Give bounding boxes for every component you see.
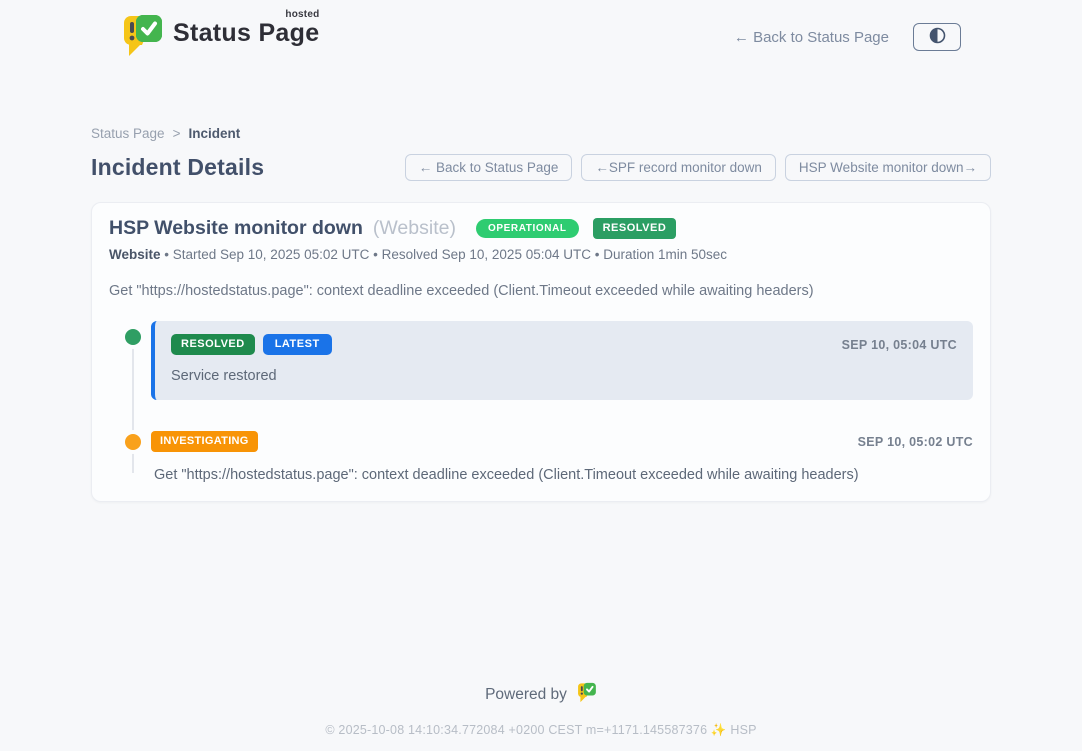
- brand-superscript: hosted: [285, 9, 319, 20]
- theme-toggle-button[interactable]: [913, 23, 961, 51]
- copyright-text: © 2025-10-08 14:10:34.772084 +0200 CEST …: [91, 723, 991, 738]
- breadcrumb: Status Page > Incident: [91, 126, 991, 141]
- breadcrumb-root[interactable]: Status Page: [91, 126, 165, 141]
- green-status-dot-icon: [125, 329, 141, 345]
- resolved-state-badge: RESOLVED: [593, 218, 677, 239]
- footer: Powered by © 2025-10-08 14:10:34.772084 …: [91, 681, 991, 738]
- incident-timeline: RESOLVED LATEST SEP 10, 05:04 UTC Servic…: [109, 321, 973, 483]
- timeline-badges: INVESTIGATING: [151, 431, 258, 452]
- resolved-badge: RESOLVED: [171, 334, 255, 355]
- incident-component: (Website): [373, 217, 456, 240]
- timeline-timestamp: SEP 10, 05:02 UTC: [858, 435, 973, 449]
- breadcrumb-current: Incident: [188, 126, 240, 141]
- timeline-message: Service restored: [171, 368, 957, 384]
- investigating-badge: INVESTIGATING: [151, 431, 258, 452]
- operational-status-badge: OPERATIONAL: [476, 219, 579, 238]
- meta-details: • Started Sep 10, 2025 05:02 UTC • Resol…: [161, 247, 728, 262]
- header: hosted Status Page ← Back to Status Page: [91, 14, 991, 60]
- brand-text: hosted Status Page: [173, 11, 319, 48]
- incident-nav-buttons: ← Back to Status Page ←SPF record monito…: [405, 154, 991, 181]
- incident-description: Get "https://hostedstatus.page": context…: [109, 283, 973, 299]
- timeline-entry-header: RESOLVED LATEST SEP 10, 05:04 UTC: [171, 334, 957, 355]
- half-circle-contrast-icon: [929, 27, 946, 47]
- statuspage-logo-mini-icon[interactable]: [576, 681, 597, 708]
- back-to-status-page-button[interactable]: ← Back to Status Page: [405, 154, 573, 181]
- incident-title: HSP Website monitor down: [109, 217, 363, 240]
- timeline-entry-resolved: RESOLVED LATEST SEP 10, 05:04 UTC Servic…: [109, 321, 973, 400]
- timeline-badges: RESOLVED LATEST: [171, 334, 332, 355]
- incident-title-row: HSP Website monitor down (Website) OPERA…: [109, 217, 973, 240]
- main-content: Status Page > Incident Incident Details …: [91, 126, 991, 738]
- timeline-highlight-box: RESOLVED LATEST SEP 10, 05:04 UTC Servic…: [151, 321, 973, 400]
- breadcrumb-separator: >: [173, 126, 181, 141]
- statuspage-logo-icon: [121, 11, 163, 63]
- meta-component: Website: [109, 247, 161, 262]
- incident-meta: Website • Started Sep 10, 2025 05:02 UTC…: [109, 247, 973, 262]
- next-incident-button[interactable]: HSP Website monitor down→: [785, 154, 991, 181]
- page-title: Incident Details: [91, 154, 264, 181]
- timeline-timestamp: SEP 10, 05:04 UTC: [842, 338, 957, 352]
- back-to-status-page-link[interactable]: ← Back to Status Page: [734, 29, 889, 46]
- prev-incident-button[interactable]: ←SPF record monitor down: [581, 154, 776, 181]
- powered-by: Powered by: [91, 681, 991, 708]
- header-actions: ← Back to Status Page: [734, 23, 961, 51]
- powered-by-label: Powered by: [485, 686, 567, 704]
- incident-card: HSP Website monitor down (Website) OPERA…: [91, 202, 991, 502]
- latest-badge: LATEST: [263, 334, 332, 355]
- timeline-entry-header: INVESTIGATING SEP 10, 05:02 UTC: [151, 431, 973, 452]
- timeline-entry-investigating: INVESTIGATING SEP 10, 05:02 UTC Get "htt…: [109, 431, 973, 483]
- title-row: Incident Details ← Back to Status Page ←…: [91, 154, 991, 181]
- orange-status-dot-icon: [125, 434, 141, 450]
- timeline-message: Get "https://hostedstatus.page": context…: [151, 467, 973, 483]
- brand-name: Status Page: [173, 19, 319, 47]
- brand-logo[interactable]: hosted Status Page: [121, 11, 319, 63]
